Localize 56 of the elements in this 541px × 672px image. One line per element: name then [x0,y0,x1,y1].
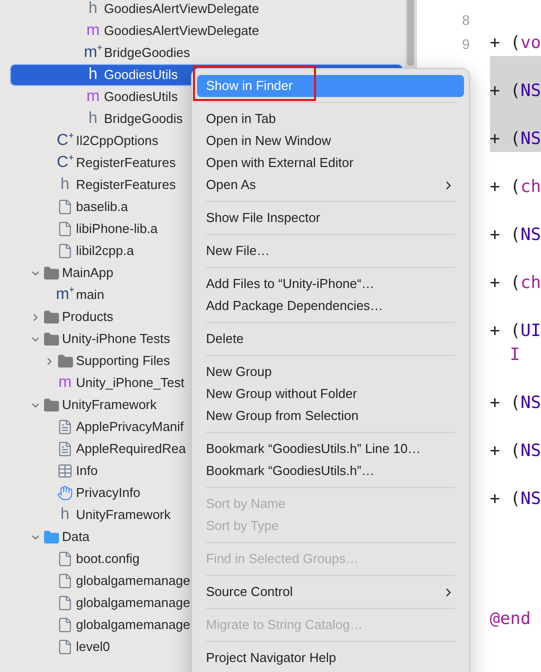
file-type-icon: h [88,111,98,127]
file-type-icon: C⁺ [56,155,74,171]
item-label: BridgeGoodis [104,110,183,128]
line-number: 8 [462,10,470,30]
item-label: RegisterFeatures [76,176,176,194]
item-label: baselib.a [76,198,128,216]
code-text: I [510,344,520,368]
item-label: Supporting Files [76,352,170,370]
line-number: 9 [462,34,470,54]
item-label: main [76,286,104,304]
item-label: BridgeGoodies [104,44,190,62]
file-type-icon: m [86,23,100,39]
item-label: UnityFramework [76,506,171,524]
code-text: + (UI [490,320,541,344]
file-type-icon: h [60,507,70,523]
code-text: + (NS [490,488,541,512]
item-label: globalgamemanage [76,572,190,590]
item-label: UnityFramework [62,396,157,414]
item-label: Il2CppOptions [76,132,158,150]
file-type-icon: m [58,375,72,391]
item-label: Data [62,528,90,546]
file-type-icon: h [88,1,98,17]
item-label: Info [76,462,98,480]
item-label: MainApp [62,264,114,282]
item-label: libiPhone-lib.a [76,220,158,238]
item-label: RegisterFeatures [76,154,176,172]
item-label: ApplePrivacyManif [76,418,184,436]
file-type-icon: m [86,89,100,105]
file-type-icon: m⁺ [56,287,74,303]
item-label: GoodiesUtils [104,88,178,106]
item-label: level0 [76,638,110,656]
code-text: + (NS [490,392,541,416]
item-label: GoodiesUtils [104,66,178,84]
code-text: + (ch [490,176,541,200]
item-label: GoodiesAlertViewDelegate [104,0,260,18]
code-text: + (NS [490,128,541,152]
file-type-icon: m⁺ [84,45,102,61]
file-type-icon: C⁺ [56,133,74,149]
file-type-icon: h [60,177,70,193]
file-type-icon: h [88,67,98,83]
code-text: + (vo [490,32,541,56]
item-label: libil2cpp.a [76,242,134,260]
item-label: Products [62,308,114,326]
item-label: Unity-iPhone Tests [62,330,170,348]
item-label: globalgamemanage [76,594,190,612]
item-label: boot.config [76,550,140,568]
item-label: PrivacyInfo [76,484,140,502]
item-label: Unity_iPhone_Test [76,374,184,392]
code-text: + (ch [490,272,541,296]
code-text: + (NS [490,224,541,248]
code-text: + (NS [490,440,541,464]
item-label: globalgamemanage [76,616,190,634]
code-text: @end [490,608,531,632]
item-label: AppleRequiredRea [76,440,186,458]
item-label: GoodiesAlertViewDelegate [104,22,260,40]
code-text: + (NS [490,80,541,104]
